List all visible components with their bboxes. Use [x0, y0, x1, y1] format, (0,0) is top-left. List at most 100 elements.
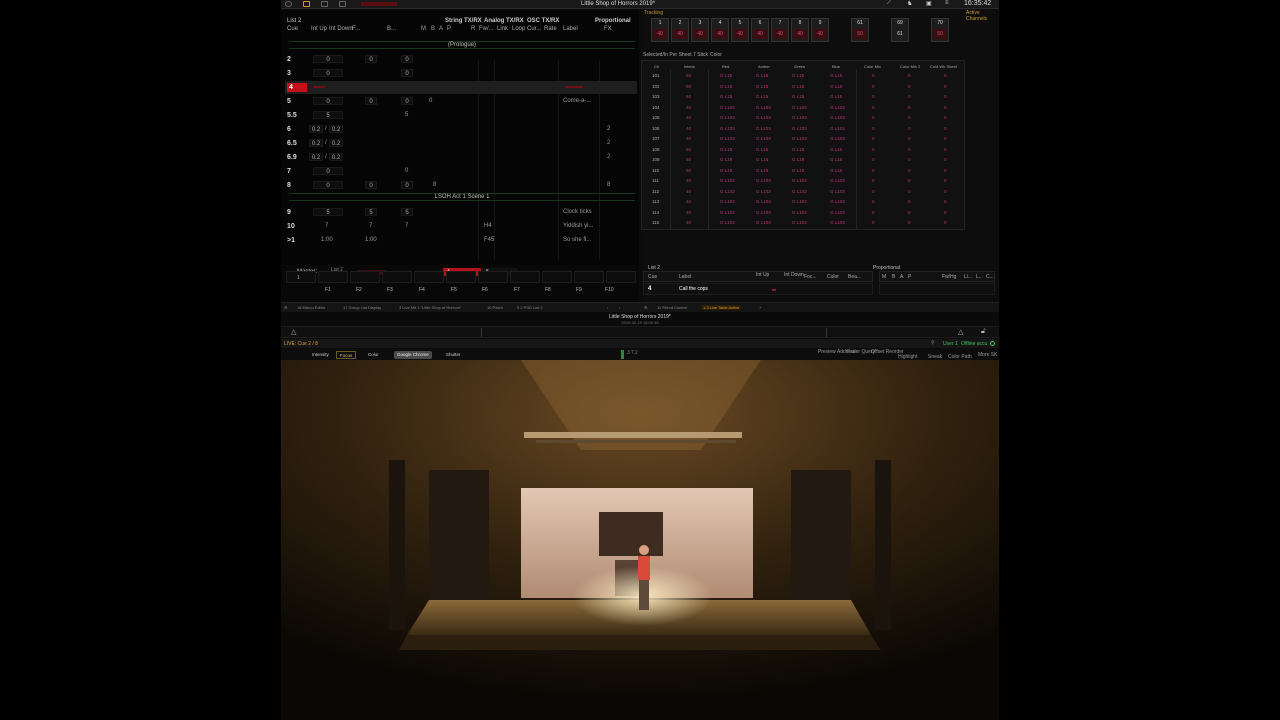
grid-cell[interactable]: G L15: [756, 157, 768, 162]
grid-cell[interactable]: 0: [944, 189, 947, 194]
grid-cell[interactable]: G L15: [720, 147, 732, 152]
grid-cell[interactable]: G L15: [756, 73, 768, 78]
channel-box[interactable]: 69 61: [891, 18, 909, 42]
col-b2[interactable]: B: [431, 26, 435, 32]
int-up-cell[interactable]: 0.2: [309, 153, 323, 161]
search-icon[interactable]: ⚲: [931, 340, 935, 346]
grid-cell[interactable]: 0: [872, 115, 875, 120]
int-down-cell[interactable]: 0.2: [329, 153, 343, 161]
plus-icon[interactable]: +: [759, 305, 761, 310]
grid-cell[interactable]: 0: [944, 105, 947, 110]
folder-icon[interactable]: [303, 1, 310, 7]
grid-cell[interactable]: G L103: [830, 189, 845, 194]
window-icon[interactable]: [321, 1, 328, 7]
fader-slot[interactable]: [478, 271, 508, 283]
cue-row[interactable]: 5.5 5 5: [285, 109, 637, 122]
grid-channel-id[interactable]: 104: [652, 105, 660, 110]
grid-cell[interactable]: G L103: [720, 115, 735, 120]
grid-cell[interactable]: 0: [944, 94, 947, 99]
gear-icon[interactable]: ⚙: [644, 305, 648, 310]
cue-row[interactable]: 7 0 0: [285, 165, 637, 178]
grid-cell[interactable]: 0: [872, 168, 875, 173]
grid-cell[interactable]: G L103: [756, 189, 771, 194]
grid-cell[interactable]: G L15: [830, 147, 842, 152]
grid-cell[interactable]: 0: [872, 84, 875, 89]
grid-cell[interactable]: 0: [908, 105, 911, 110]
channel-box[interactable]: 2 40: [671, 18, 689, 42]
grid-cell[interactable]: G L103: [792, 115, 807, 120]
grid-cell[interactable]: 0: [908, 178, 911, 183]
grid-cell[interactable]: G L103: [720, 136, 735, 141]
col-b[interactable]: B...: [387, 26, 396, 32]
wand-icon[interactable]: ⟋: [887, 0, 891, 7]
grid-cell[interactable]: 40: [686, 210, 691, 215]
grid-cell[interactable]: 0: [944, 199, 947, 204]
grid-cell[interactable]: 60: [686, 84, 691, 89]
grid-cell[interactable]: G L103: [792, 105, 807, 110]
grid-cell[interactable]: 0: [944, 136, 947, 141]
int-up-cell[interactable]: 0.2: [309, 139, 323, 147]
fader-slot[interactable]: [510, 271, 540, 283]
grid-cell[interactable]: G L15: [792, 73, 804, 78]
f6-key[interactable]: F6: [482, 287, 488, 293]
menu-icon[interactable]: ≡: [945, 0, 949, 6]
b-cell[interactable]: 5: [365, 208, 377, 216]
int-up-cell[interactable]: 0: [313, 55, 343, 63]
grid-cell[interactable]: 40: [686, 178, 691, 183]
camera-icon[interactable]: ▣: [926, 0, 932, 7]
fader-slot[interactable]: [318, 271, 348, 283]
grid-cell[interactable]: G L103: [830, 105, 845, 110]
grid-cell[interactable]: 0: [872, 136, 875, 141]
b-cell[interactable]: 0: [365, 97, 377, 105]
grid-cell[interactable]: 0: [908, 199, 911, 204]
grid-channel-id[interactable]: 115: [652, 220, 659, 225]
grid-cell[interactable]: G L15: [792, 168, 804, 173]
grid-cell[interactable]: 0: [872, 126, 875, 131]
user-icon[interactable]: ♞: [907, 0, 912, 7]
grid-cell[interactable]: 0: [908, 168, 911, 173]
grid-cell[interactable]: G L103: [830, 126, 845, 131]
fader-slot[interactable]: [542, 271, 572, 283]
grid-cell[interactable]: 40: [686, 136, 691, 141]
window-icon[interactable]: [339, 1, 346, 7]
grid-cell[interactable]: G L103: [756, 136, 771, 141]
softkey-color[interactable]: Color: [365, 351, 382, 359]
grid-cell[interactable]: G L103: [756, 210, 771, 215]
grid-cell[interactable]: 60: [686, 94, 691, 99]
int-up-cell[interactable]: 0: [313, 167, 343, 175]
grid-cell[interactable]: G L103: [792, 220, 807, 225]
col-f[interactable]: F...: [352, 26, 360, 32]
grid-channel-id[interactable]: 108: [652, 147, 660, 152]
channel-box[interactable]: 9 40: [811, 18, 829, 42]
col-fx[interactable]: FX: [604, 26, 612, 32]
grid-cell[interactable]: G L15: [830, 94, 842, 99]
grid-cell[interactable]: G L103: [792, 189, 807, 194]
col-r[interactable]: R: [471, 26, 475, 32]
int-up-cell[interactable]: 0.2: [309, 125, 323, 133]
grid-cell[interactable]: 40: [686, 220, 691, 225]
live-command-line[interactable]: LIVE: Cue 2 / 8 ⚲ User 1 Offline accu: [281, 339, 999, 348]
grid-cell[interactable]: G L103: [756, 115, 771, 120]
cue-row[interactable]: 10 7 7 7 H4 Yiddish yi...: [285, 220, 637, 233]
grid-cell[interactable]: G L103: [756, 126, 771, 131]
grid-cell[interactable]: 0: [872, 210, 875, 215]
grid-cell[interactable]: G L15: [792, 157, 804, 162]
grid-cell[interactable]: G L103: [720, 189, 735, 194]
gear-icon[interactable]: ⚙: [284, 305, 288, 310]
tab-shred-control[interactable]: 11 Shred Control: [657, 305, 687, 310]
grid-channel-id[interactable]: 107: [652, 136, 660, 141]
int-up-cell[interactable]: 0: [313, 69, 343, 77]
grid-cell[interactable]: 0: [944, 210, 947, 215]
grid-channel-id[interactable]: 112: [652, 189, 659, 194]
col-rate[interactable]: Rate: [544, 26, 557, 32]
grid-channel-id[interactable]: 103: [652, 94, 660, 99]
grid-cell[interactable]: 50: [686, 168, 691, 173]
m-cell[interactable]: 0: [401, 55, 413, 63]
channel-box[interactable]: 1 40: [651, 18, 669, 42]
grid-cell[interactable]: G L15: [792, 147, 804, 152]
grid-cell[interactable]: 0: [944, 157, 947, 162]
cue-row[interactable]: 8 0 0 0 8 8: [285, 179, 637, 192]
fader-slot[interactable]: [382, 271, 412, 283]
tab-live-table[interactable]: 1.3 Live Table Active: [701, 305, 742, 310]
grid-channel-id[interactable]: 101: [652, 73, 660, 78]
